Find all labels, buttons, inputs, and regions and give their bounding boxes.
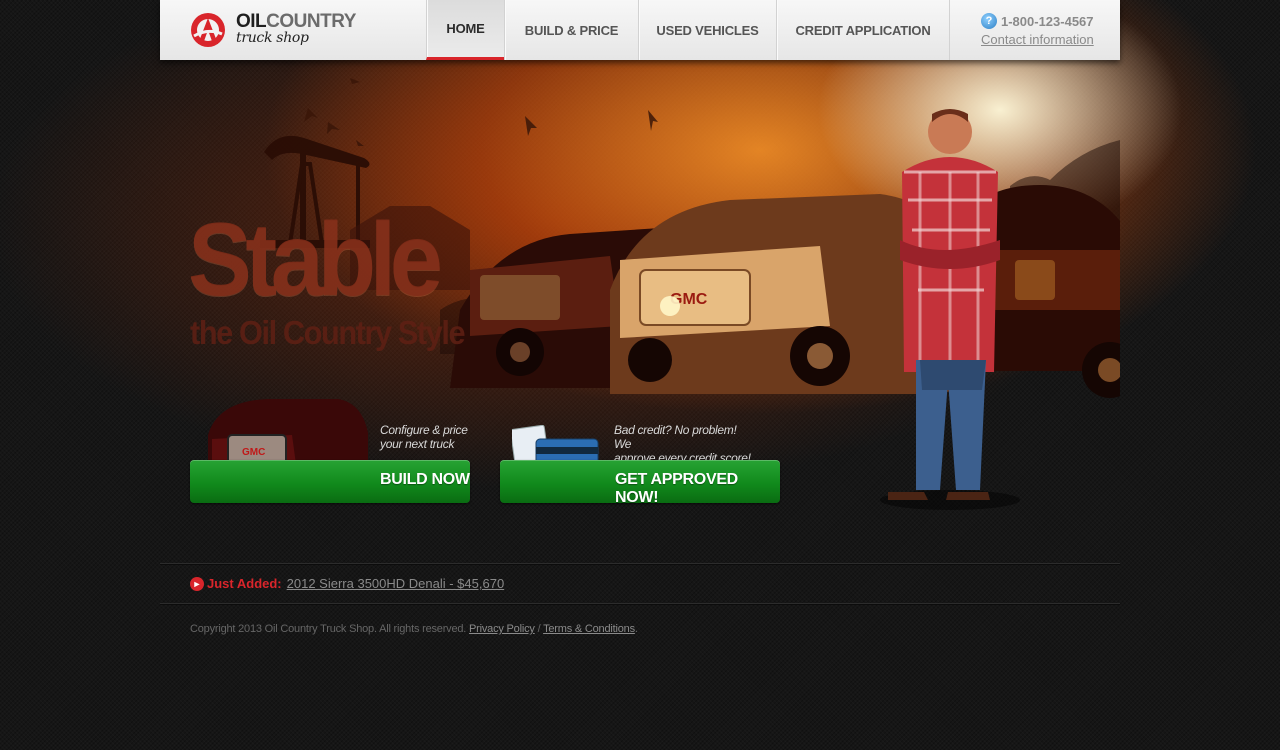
phone-row: ? 1-800-123-4567: [981, 13, 1094, 29]
build-now-button[interactable]: BUILD NOW: [190, 460, 470, 503]
cta-build-desc-line2: your next truck: [380, 437, 455, 451]
get-approved-label: GET APPROVED NOW!: [615, 471, 738, 506]
arrow-right-icon: ►: [190, 576, 204, 591]
cta-credit-description: Bad credit? No problem! We approve every…: [614, 423, 754, 465]
nav-divider: [949, 0, 950, 60]
just-added-label: Just Added:: [207, 576, 282, 591]
nav-credit-application[interactable]: CREDIT APPLICATION: [776, 0, 949, 60]
site-header: OILCOUNTRY truck shop HOME BUILD & PRICE…: [160, 0, 1120, 60]
main-nav: HOME BUILD & PRICE USED VEHICLES CREDIT …: [426, 0, 950, 60]
hero-tagline: the Oil Country Style: [190, 314, 466, 351]
hero-headline: Stable: [188, 202, 443, 318]
logo[interactable]: OILCOUNTRY truck shop: [190, 10, 356, 54]
contact-block: ? 1-800-123-4567 Contact information: [981, 13, 1094, 49]
just-added-link[interactable]: 2012 Sierra 3500HD Denali - $45,670: [287, 576, 505, 591]
contact-information-link[interactable]: Contact information: [981, 32, 1094, 47]
copyright: Copyright 2013 Oil Country Truck Shop. A…: [190, 623, 638, 635]
cta-credit-desc-line1: Bad credit? No problem! We: [614, 423, 737, 451]
birds: [304, 78, 658, 146]
footer-separator: /: [537, 623, 541, 635]
phone-number: 1-800-123-4567: [1001, 13, 1094, 29]
help-icon: ?: [981, 13, 997, 29]
logo-text: OILCOUNTRY truck shop: [236, 11, 356, 46]
brand-oil: OIL: [236, 11, 267, 32]
nav-build-price[interactable]: BUILD & PRICE: [504, 0, 638, 60]
build-now-label: BUILD NOW: [380, 471, 470, 488]
terms-link[interactable]: Terms & Conditions: [543, 623, 635, 635]
copyright-text: Copyright 2013 Oil Country Truck Shop. A…: [190, 623, 467, 635]
cta-build-description: Configure & price your next truck: [380, 423, 470, 451]
hero-banner: GMC Stable the Oil Country Style GMC Con…: [0, 0, 1280, 540]
cta-credit: VISA Bad credit? No problem! We approve …: [500, 395, 780, 506]
truck-group: GMC: [450, 185, 1120, 398]
footer-divider-bottom: [160, 603, 1120, 604]
just-added: ► Just Added: 2012 Sierra 3500HD Denali …: [190, 576, 504, 591]
cta-build-desc-line1: Configure & price: [380, 423, 468, 437]
get-approved-button[interactable]: GET APPROVED NOW!: [500, 460, 780, 506]
nav-home[interactable]: HOME: [426, 0, 504, 60]
logo-mark-icon: [191, 13, 225, 47]
privacy-policy-link[interactable]: Privacy Policy: [469, 623, 535, 635]
cta-build: GMC Configure & price your next truck BU…: [190, 395, 470, 505]
footer-divider-top: [160, 563, 1120, 564]
brand-subtitle: truck shop: [236, 30, 309, 46]
footer-end: .: [634, 623, 638, 635]
nav-used-vehicles[interactable]: USED VEHICLES: [638, 0, 776, 60]
svg-text:GMC: GMC: [242, 447, 265, 458]
brand-country: COUNTRY: [266, 11, 356, 32]
